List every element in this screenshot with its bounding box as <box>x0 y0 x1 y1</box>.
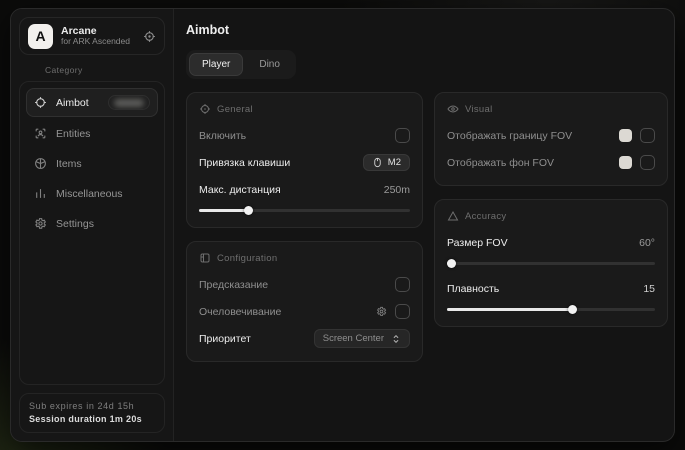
enable-checkbox[interactable] <box>395 128 410 143</box>
smoothness-slider[interactable] <box>447 305 655 314</box>
fov-border-checkbox[interactable] <box>640 128 655 143</box>
blurred-keybind-badge <box>108 95 150 110</box>
main-panel: Aimbot Player Dino General <box>174 9 675 441</box>
triangle-icon <box>447 210 459 222</box>
max-distance-label: Макс. дистанция <box>199 184 281 196</box>
misc-grid-icon <box>34 187 47 200</box>
tab-player[interactable]: Player <box>189 53 243 76</box>
sidebar-item-label: Entities <box>56 128 150 140</box>
smoothness-label: Плавность <box>447 283 499 295</box>
slider-handle[interactable] <box>244 206 253 215</box>
mouse-icon <box>372 157 383 168</box>
scope-icon <box>199 103 211 115</box>
page-title: Aimbot <box>186 23 668 37</box>
tab-dino[interactable]: Dino <box>246 53 293 76</box>
brand-text: Arcane for ARK Ascended <box>61 25 135 47</box>
card-title: Configuration <box>217 253 277 264</box>
fov-bg-label: Отображать фон FOV <box>447 157 554 169</box>
gear-icon <box>34 217 47 230</box>
humanization-label: Очеловечивание <box>199 306 281 318</box>
app-logo: A <box>28 24 53 49</box>
sidebar-item-aimbot[interactable]: Aimbot <box>26 88 158 117</box>
entity-scan-icon <box>34 127 47 140</box>
fov-bg-color-swatch[interactable] <box>619 156 632 169</box>
keybind-label: Привязка клавиши <box>199 157 290 169</box>
keybind-button[interactable]: M2 <box>363 154 410 171</box>
accuracy-card: Accuracy Размер FOV 60° Плавность 15 <box>434 199 668 327</box>
general-card: General Включить Привязка клавиши <box>186 92 423 228</box>
category-label: Category <box>45 65 165 75</box>
sidebar-item-settings[interactable]: Settings <box>26 210 158 237</box>
card-title: Accuracy <box>465 211 506 222</box>
brand-card: A Arcane for ARK Ascended <box>19 17 165 55</box>
sidebar-item-label: Items <box>56 158 150 170</box>
card-title: Visual <box>465 104 493 115</box>
fov-bg-checkbox[interactable] <box>640 155 655 170</box>
brand-subtitle: for ARK Ascended <box>61 37 135 47</box>
session-duration-text: Session duration 1m 20s <box>29 413 155 426</box>
sidebar-item-items[interactable]: Items <box>26 150 158 177</box>
card-title: General <box>217 104 253 115</box>
target-icon[interactable] <box>143 30 156 43</box>
configuration-card: Configuration Предсказание Очеловечивани… <box>186 241 423 362</box>
app-window: A Arcane for ARK Ascended Category <box>10 8 675 442</box>
visual-card: Visual Отображать границу FOV Отображать… <box>434 92 668 186</box>
slider-handle[interactable] <box>447 259 456 268</box>
eye-icon <box>447 103 459 115</box>
target-tabs: Player Dino <box>186 50 296 79</box>
keybind-value: M2 <box>388 157 401 168</box>
sub-expiry-text: Sub expires in 24d 15h <box>29 400 155 413</box>
smoothness-value: 15 <box>643 283 655 295</box>
sidebar-item-label: Settings <box>56 218 150 230</box>
item-box-icon <box>34 157 47 170</box>
sidebar: A Arcane for ARK Ascended Category <box>11 9 174 441</box>
sidebar-item-label: Miscellaneous <box>56 188 150 200</box>
unfold-icon <box>391 334 401 344</box>
humanization-checkbox[interactable] <box>395 304 410 319</box>
crosshair-icon <box>34 96 47 109</box>
session-card: Sub expires in 24d 15h Session duration … <box>19 393 165 433</box>
prediction-label: Предсказание <box>199 279 268 291</box>
prediction-checkbox[interactable] <box>395 277 410 292</box>
enable-label: Включить <box>199 130 246 142</box>
fov-size-label: Размер FOV <box>447 237 508 249</box>
max-distance-value: 250m <box>384 184 410 196</box>
fov-border-label: Отображать границу FOV <box>447 130 572 142</box>
fov-size-slider[interactable] <box>447 259 655 268</box>
fov-size-value: 60° <box>639 237 655 249</box>
sidebar-item-label: Aimbot <box>56 97 99 109</box>
priority-selected-value: Screen Center <box>323 333 384 344</box>
sidebar-item-entities[interactable]: Entities <box>26 120 158 147</box>
sidebar-nav: Aimbot Entities Items <box>19 81 165 385</box>
priority-label: Приоритет <box>199 333 251 345</box>
fov-border-color-swatch[interactable] <box>619 129 632 142</box>
sliders-icon <box>199 252 211 264</box>
humanization-settings-icon[interactable] <box>376 306 387 317</box>
max-distance-slider[interactable] <box>199 206 410 215</box>
slider-handle[interactable] <box>568 305 577 314</box>
sidebar-item-miscellaneous[interactable]: Miscellaneous <box>26 180 158 207</box>
priority-select[interactable]: Screen Center <box>314 329 410 348</box>
